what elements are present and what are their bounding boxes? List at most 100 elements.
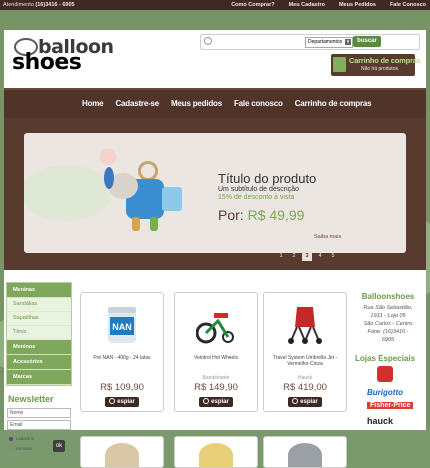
product-image	[288, 307, 322, 344]
phone-info: Atendimento (16)3416 - 6905	[3, 2, 75, 8]
newsletter-option-subscribe[interactable]: cadastrar	[8, 436, 35, 442]
product-view-button[interactable]: espiar	[105, 397, 139, 407]
radio-label: remover	[16, 446, 33, 452]
brand-logo-burigotto[interactable]: Burigotto	[367, 388, 403, 397]
cart-icon	[333, 57, 346, 72]
brand-logo-fisher-price[interactable]: Fisher-Price	[367, 402, 414, 409]
nav-carrinho[interactable]: Carrinho de compras	[295, 99, 372, 108]
search-bar: Departamentos ▾ buscar	[200, 34, 420, 50]
magnifier-icon	[203, 398, 210, 405]
newsletter-option-remove[interactable]: remover	[8, 446, 33, 452]
main-nav: Home Cadastre-se Meus pedidos Fale conos…	[4, 88, 426, 120]
category-acessorios[interactable]: Acessórios	[7, 355, 71, 370]
nav-meus-pedidos[interactable]: Meus pedidos	[171, 99, 222, 108]
newsletter-name-field[interactable]: Nome	[7, 408, 71, 418]
category-tenis[interactable]: Tênis	[7, 326, 71, 340]
product-image	[105, 443, 139, 467]
banner-title: Título do produto	[218, 171, 317, 186]
banner-pager: 1 2 3 4 5	[276, 251, 338, 261]
address-line: São Carlos - Centro	[363, 321, 413, 327]
category-meninas[interactable]: Meninas	[7, 283, 71, 298]
category-sapatilhas[interactable]: Sapatilhas	[7, 312, 71, 326]
newsletter-title: Newsletter	[8, 394, 54, 404]
toy-image	[104, 161, 194, 241]
product-name[interactable]: Travel System Umbrella Jet - Vermelho-Ci…	[266, 355, 344, 367]
address-line: Rua São Sebastião,	[363, 305, 413, 311]
pager-page-active[interactable]: 3	[302, 251, 312, 261]
nav-fale-conosco[interactable]: Fale conosco	[234, 99, 283, 108]
category-marcas[interactable]: Marcas	[7, 370, 71, 385]
category-sandalias[interactable]: Sandálias	[7, 298, 71, 312]
logo-text-bottom[interactable]: shoes	[12, 50, 82, 75]
hero-banner: Título do produto Um subtítulo de descri…	[4, 118, 426, 270]
department-select[interactable]: Departamentos ▾	[305, 37, 353, 48]
search-input[interactable]	[213, 37, 297, 46]
special-stores-title: Lojas Especiais	[355, 354, 416, 363]
product-card[interactable]	[80, 436, 164, 468]
product-image	[288, 443, 322, 467]
phone-label: Atendimento	[3, 2, 34, 8]
address-line: Fone: (16)3416 -	[367, 329, 409, 335]
top-bar: Atendimento (16)3416 - 6905 Como Comprar…	[0, 0, 430, 10]
store-address: Rua São Sebastião, 1931 - Loja 05 São Ca…	[353, 304, 423, 344]
newsletter-ok-button[interactable]: ok	[53, 440, 65, 452]
product-brand: Bandeirante	[202, 375, 230, 381]
page-container: balloon shoes Departamentos ▾ buscar Car…	[4, 30, 426, 468]
cart-title: Carrinho de compras	[349, 56, 421, 65]
product-card[interactable]	[263, 436, 347, 468]
top-link-meus-pedidos[interactable]: Meus Pedidos	[339, 2, 376, 8]
brand-logo-hauck[interactable]: hauck	[367, 416, 393, 426]
pager-page[interactable]: 1	[276, 251, 286, 261]
store-name: Balloonshoes	[361, 292, 415, 301]
radio-label: cadastrar	[16, 436, 35, 442]
category-menu: Meninas Sandálias Sapatilhas Tênis Menin…	[6, 282, 72, 386]
chevron-down-icon: ▾	[345, 39, 351, 45]
button-label: espiar	[211, 399, 229, 405]
store-info: Balloonshoes Rua São Sebastião, 1931 - L…	[353, 292, 423, 430]
newsletter-email-field[interactable]: Email	[7, 420, 71, 430]
product-view-button[interactable]: espiar	[199, 397, 233, 407]
phone-number: (16)3416 - 6905	[35, 2, 75, 8]
magnifier-icon	[109, 398, 116, 405]
department-select-value: Departamentos	[308, 39, 343, 45]
banner-more-link[interactable]: Saiba mais	[314, 234, 341, 240]
address-line: 1931 - Loja 05	[370, 313, 406, 319]
nav-home[interactable]: Home	[82, 99, 104, 108]
banner-price: Por: R$ 49,99	[218, 207, 304, 223]
pager-page[interactable]: 4	[315, 251, 325, 261]
banner-discount: 15% de desconto à vista	[218, 194, 295, 201]
product-view-button[interactable]: espiar	[288, 397, 322, 407]
product-image: NAN	[108, 307, 136, 343]
pager-page[interactable]: 2	[289, 251, 299, 261]
svg-text:NAN: NAN	[112, 322, 132, 332]
product-price: R$ 419,00	[283, 382, 327, 393]
search-button[interactable]: buscar	[353, 36, 381, 47]
nav-cadastre-se[interactable]: Cadastre-se	[115, 99, 159, 108]
product-name[interactable]: Pré NAN - 400g - 24 latas	[83, 355, 161, 361]
cart-status: Não há produtos.	[361, 66, 400, 72]
button-label: espiar	[300, 399, 318, 405]
product-card[interactable]	[174, 436, 258, 468]
product-name[interactable]: Velotrol Hot Wheels	[177, 355, 255, 361]
pager-page[interactable]: 5	[328, 251, 338, 261]
header: balloon shoes Departamentos ▾ buscar Car…	[4, 30, 426, 88]
banner-panel[interactable]: Título do produto Um subtítulo de descri…	[24, 133, 406, 253]
brand-logo-bandeirante[interactable]	[377, 366, 393, 382]
button-label: espiar	[117, 399, 135, 405]
product-price: R$ 109,90	[100, 382, 144, 393]
product-card[interactable]: NAN Pré NAN - 400g - 24 latas R$ 109,90 …	[80, 292, 164, 412]
top-link-como-comprar[interactable]: Como Comprar?	[231, 2, 274, 8]
top-link-meu-cadastro[interactable]: Meu Cadastro	[289, 2, 325, 8]
product-image	[196, 313, 234, 344]
top-links: Como Comprar? Meu Cadastro Meus Pedidos …	[231, 2, 426, 8]
search-icon	[204, 37, 212, 45]
category-meninos[interactable]: Meninos	[7, 340, 71, 355]
banner-subtitle: Um subtítulo de descrição	[218, 186, 299, 193]
product-image	[199, 443, 233, 467]
top-link-fale-conosco[interactable]: Fale Conosco	[390, 2, 426, 8]
address-line: 6905	[381, 337, 395, 343]
product-card[interactable]: Travel System Umbrella Jet - Vermelho-Ci…	[263, 292, 347, 412]
product-card[interactable]: Velotrol Hot Wheels Bandeirante R$ 149,9…	[174, 292, 258, 412]
cart-widget[interactable]: Carrinho de compras Não há produtos.	[331, 54, 421, 76]
banner-price-value: R$ 49,99	[247, 207, 305, 223]
